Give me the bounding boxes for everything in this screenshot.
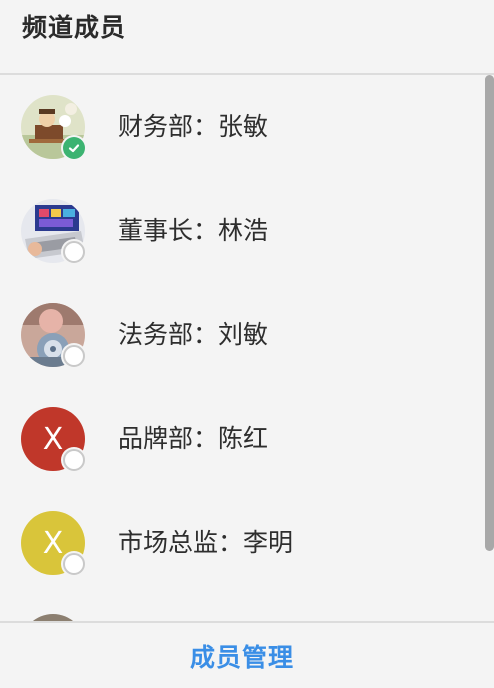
member-item-liumin[interactable]: 法务部：刘敏 bbox=[0, 283, 480, 387]
member-item-liming[interactable]: X 市场总监：李明 bbox=[0, 491, 480, 595]
avatar[interactable] bbox=[21, 303, 85, 367]
member-name: 市场总监：李明 bbox=[118, 528, 294, 557]
online-status-icon bbox=[63, 137, 85, 159]
offline-status-icon bbox=[63, 449, 85, 471]
footer-bar: 成员管理 bbox=[0, 621, 494, 688]
check-icon bbox=[68, 144, 80, 153]
offline-status-icon bbox=[63, 345, 85, 367]
member-item-chenhong[interactable]: X 品牌部：陈红 bbox=[0, 387, 480, 491]
member-list[interactable]: 财务部：张敏 董事长：林浩 法务部：刘敏 X 品牌部：陈红 X 市场总监：李明 bbox=[0, 75, 494, 621]
member-name: 财务部：张敏 bbox=[118, 112, 269, 141]
avatar[interactable]: X bbox=[21, 407, 85, 471]
avatar[interactable]: X bbox=[21, 511, 85, 575]
offline-status-icon bbox=[63, 553, 85, 575]
offline-status-icon bbox=[63, 241, 85, 263]
member-item-linhao[interactable]: 董事长：林浩 bbox=[0, 179, 480, 283]
page-title: 频道成员 bbox=[22, 13, 127, 42]
avatar[interactable] bbox=[21, 199, 85, 263]
scrollbar[interactable] bbox=[485, 75, 494, 551]
channel-header: 频道成员 bbox=[0, 0, 494, 75]
member-name: 品牌部：陈红 bbox=[118, 424, 269, 453]
member-name: 董事长：林浩 bbox=[118, 216, 269, 245]
member-item-zhangmin[interactable]: 财务部：张敏 bbox=[0, 75, 480, 179]
member-name: 法务部：刘敏 bbox=[118, 320, 269, 349]
avatar[interactable] bbox=[21, 95, 85, 159]
manage-members-button[interactable]: 成员管理 bbox=[0, 623, 484, 688]
